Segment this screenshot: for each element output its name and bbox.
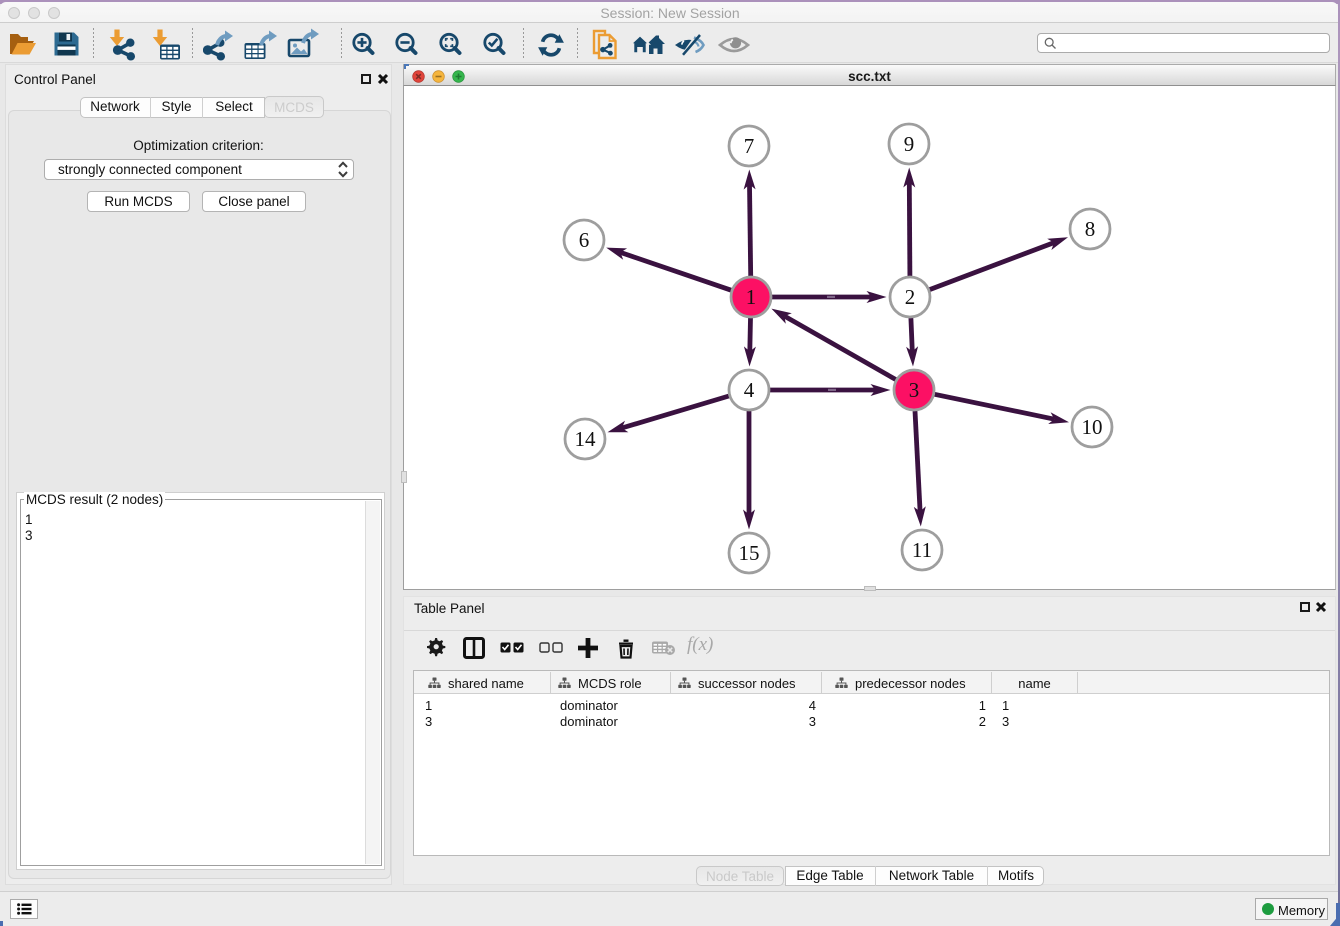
- svg-text:6: 6: [579, 228, 590, 252]
- svg-text:11: 11: [912, 538, 932, 562]
- svg-text:1: 1: [746, 285, 757, 309]
- svg-text:10: 10: [1082, 415, 1103, 439]
- svg-text:9: 9: [904, 132, 915, 156]
- svg-text:3: 3: [909, 378, 920, 402]
- svg-text:4: 4: [744, 378, 755, 402]
- svg-text:8: 8: [1085, 217, 1096, 241]
- svg-text:7: 7: [744, 134, 755, 158]
- svg-text:2: 2: [905, 285, 916, 309]
- svg-text:14: 14: [575, 427, 597, 451]
- svg-text:15: 15: [739, 541, 760, 565]
